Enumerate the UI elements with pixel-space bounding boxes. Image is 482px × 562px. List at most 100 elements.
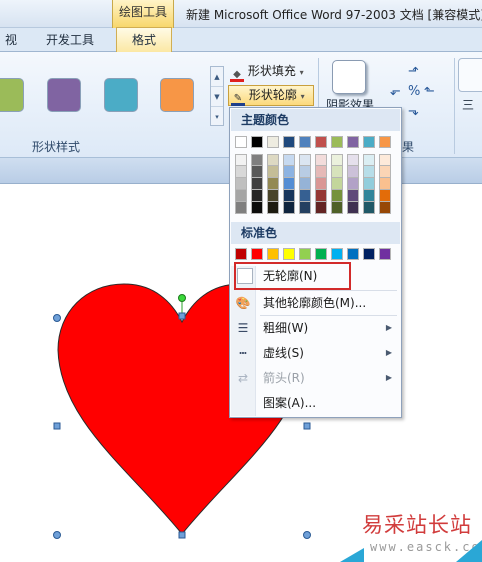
theme-shade-swatch[interactable] xyxy=(251,202,263,214)
theme-shade-swatch[interactable] xyxy=(347,190,359,202)
theme-shade-swatch[interactable] xyxy=(267,202,279,214)
theme-shade-swatch[interactable] xyxy=(347,166,359,178)
theme-shade-swatch[interactable] xyxy=(379,166,391,178)
standard-color-swatch[interactable] xyxy=(379,248,391,260)
theme-shade-swatch[interactable] xyxy=(235,154,247,166)
theme-color-swatch[interactable] xyxy=(331,136,343,148)
resize-handle-right[interactable] xyxy=(303,422,311,430)
tab-developer[interactable]: 开发工具 xyxy=(36,28,104,52)
theme-shade-swatch[interactable] xyxy=(251,154,263,166)
theme-shade-swatch[interactable] xyxy=(267,154,279,166)
nudge-right-icon[interactable]: ⬑ xyxy=(424,84,435,99)
theme-shade-swatch[interactable] xyxy=(251,178,263,190)
standard-color-swatch[interactable] xyxy=(235,248,247,260)
standard-color-swatch[interactable] xyxy=(347,248,359,260)
standard-color-swatch[interactable] xyxy=(283,248,295,260)
theme-shade-swatch[interactable] xyxy=(379,154,391,166)
theme-color-swatch[interactable] xyxy=(267,136,279,148)
tab-view[interactable]: 视图 xyxy=(0,28,22,71)
standard-color-swatch[interactable] xyxy=(251,248,263,260)
pattern-item[interactable]: 图案(A)... xyxy=(231,391,400,415)
theme-color-swatch[interactable] xyxy=(283,136,295,148)
nudge-left-icon[interactable]: ⬐ xyxy=(390,84,401,99)
theme-color-swatch[interactable] xyxy=(235,136,247,148)
shape-style-swatch-purple[interactable] xyxy=(47,78,81,112)
theme-color-swatch[interactable] xyxy=(299,136,311,148)
theme-shade-swatch[interactable] xyxy=(235,190,247,202)
theme-shade-swatch[interactable] xyxy=(251,190,263,202)
theme-color-swatch[interactable] xyxy=(347,136,359,148)
theme-shade-swatch[interactable] xyxy=(331,166,343,178)
standard-color-swatch[interactable] xyxy=(299,248,311,260)
shape-fill-button[interactable]: ◆ 形状填充 ▾ xyxy=(230,62,304,82)
more-outline-colors-item[interactable]: 🎨 其他轮廓颜色(M)... xyxy=(231,291,400,315)
theme-shade-swatch[interactable] xyxy=(363,166,375,178)
standard-color-swatch[interactable] xyxy=(363,248,375,260)
nudge-down-icon[interactable]: ⬎ xyxy=(408,104,419,119)
theme-shade-swatch[interactable] xyxy=(315,178,327,190)
theme-shade-swatch[interactable] xyxy=(315,166,327,178)
theme-shade-swatch[interactable] xyxy=(299,178,311,190)
rotation-handle[interactable] xyxy=(178,294,186,302)
theme-shade-swatch[interactable] xyxy=(235,202,247,214)
gallery-more-icon[interactable]: ▾ xyxy=(211,107,223,127)
shape-style-gallery-scroll[interactable]: ▲ ▼ ▾ xyxy=(210,66,224,126)
theme-shade-swatch[interactable] xyxy=(235,178,247,190)
theme-shade-swatch[interactable] xyxy=(331,154,343,166)
theme-shade-swatch[interactable] xyxy=(267,190,279,202)
theme-shade-swatch[interactable] xyxy=(267,178,279,190)
theme-shade-swatch[interactable] xyxy=(267,166,279,178)
theme-shade-swatch[interactable] xyxy=(283,202,295,214)
standard-color-swatch[interactable] xyxy=(315,248,327,260)
theme-shade-swatch[interactable] xyxy=(347,202,359,214)
theme-shade-swatch[interactable] xyxy=(283,154,295,166)
theme-shade-swatch[interactable] xyxy=(363,190,375,202)
theme-shade-swatch[interactable] xyxy=(315,190,327,202)
theme-shade-swatch[interactable] xyxy=(299,166,311,178)
theme-shade-swatch[interactable] xyxy=(315,202,327,214)
resize-handle-left[interactable] xyxy=(53,422,61,430)
theme-shade-swatch[interactable] xyxy=(347,154,359,166)
theme-shade-swatch[interactable] xyxy=(331,178,343,190)
shape-style-swatch-green[interactable] xyxy=(0,78,24,112)
threed-effect-button[interactable] xyxy=(458,58,482,92)
resize-handle-top-left[interactable] xyxy=(53,314,61,322)
standard-color-swatch[interactable] xyxy=(331,248,343,260)
shape-style-swatch-orange[interactable] xyxy=(160,78,194,112)
theme-shade-swatch[interactable] xyxy=(379,190,391,202)
shape-outline-button[interactable]: ✎ 形状轮廓 ▾ xyxy=(228,85,314,106)
theme-shade-swatch[interactable] xyxy=(299,202,311,214)
nudge-up-icon[interactable]: ⬏ xyxy=(408,64,419,79)
theme-color-swatch[interactable] xyxy=(379,136,391,148)
theme-shade-swatch[interactable] xyxy=(283,178,295,190)
theme-shade-swatch[interactable] xyxy=(251,166,263,178)
theme-color-swatch[interactable] xyxy=(315,136,327,148)
theme-shade-swatch[interactable] xyxy=(347,178,359,190)
resize-handle-bottom[interactable] xyxy=(178,531,186,539)
resize-handle-top[interactable] xyxy=(178,312,186,320)
theme-shade-swatch[interactable] xyxy=(379,178,391,190)
theme-shade-swatch[interactable] xyxy=(331,190,343,202)
theme-shade-swatch[interactable] xyxy=(283,166,295,178)
theme-shade-swatch[interactable] xyxy=(299,154,311,166)
shadow-toggle-icon[interactable]: % xyxy=(408,84,420,99)
theme-shade-swatch[interactable] xyxy=(331,202,343,214)
weight-item[interactable]: ☰ 粗细(W) ▶ xyxy=(231,316,400,340)
shape-style-swatch-aqua[interactable] xyxy=(104,78,138,112)
standard-color-swatch[interactable] xyxy=(267,248,279,260)
theme-color-swatch[interactable] xyxy=(251,136,263,148)
theme-shade-swatch[interactable] xyxy=(379,202,391,214)
theme-shade-swatch[interactable] xyxy=(363,178,375,190)
theme-shade-swatch[interactable] xyxy=(235,166,247,178)
gallery-up-icon[interactable]: ▲ xyxy=(211,67,223,87)
resize-handle-bottom-left[interactable] xyxy=(53,531,61,539)
theme-shade-swatch[interactable] xyxy=(363,202,375,214)
theme-shade-swatch[interactable] xyxy=(315,154,327,166)
theme-shade-swatch[interactable] xyxy=(283,190,295,202)
dashes-item[interactable]: ┅ 虚线(S) ▶ xyxy=(231,341,400,365)
resize-handle-bottom-right[interactable] xyxy=(303,531,311,539)
gallery-down-icon[interactable]: ▼ xyxy=(211,87,223,107)
tab-format[interactable]: 格式 xyxy=(116,27,172,53)
shadow-effect-button[interactable] xyxy=(332,60,366,94)
theme-shade-swatch[interactable] xyxy=(363,154,375,166)
